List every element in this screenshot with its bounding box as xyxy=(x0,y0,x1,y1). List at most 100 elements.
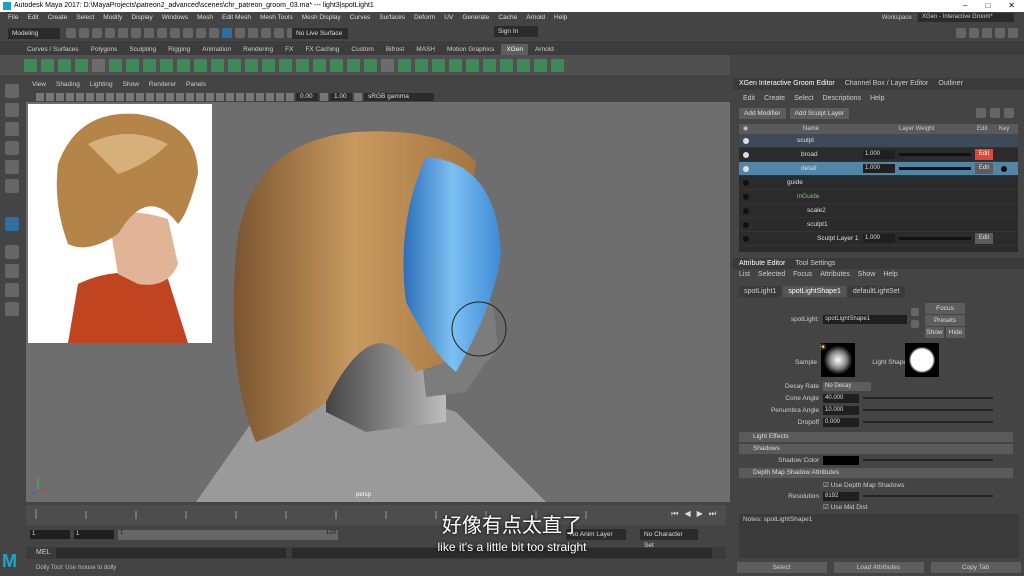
outliner-row-scale2[interactable]: scale2 xyxy=(739,204,1018,218)
field-chart-icon[interactable] xyxy=(116,92,124,101)
snap-live-icon[interactable] xyxy=(222,28,232,38)
ambient-occlusion-icon[interactable] xyxy=(206,92,214,101)
cut-brush-icon[interactable] xyxy=(143,58,156,72)
motion-blur-icon[interactable] xyxy=(216,92,224,101)
grid-icon[interactable] xyxy=(76,92,84,101)
shelf-tab-bifrost[interactable]: Bifrost xyxy=(381,44,409,55)
noise-mod-icon[interactable] xyxy=(466,58,479,72)
select-hierarchy-icon[interactable] xyxy=(131,28,141,38)
menu-deform[interactable]: Deform xyxy=(414,12,435,23)
menu-surfaces[interactable]: Surfaces xyxy=(379,12,405,23)
tab-channel-box[interactable]: Channel Box / Layer Editor xyxy=(845,78,929,90)
edit-button[interactable]: Edit xyxy=(975,233,993,244)
menu-edit-mesh[interactable]: Edit Mesh xyxy=(222,12,251,23)
shadow-color-swatch[interactable] xyxy=(823,456,859,465)
attr-menu-show[interactable]: Show xyxy=(858,270,876,280)
single-perspective-layout-icon[interactable] xyxy=(5,245,19,259)
go-to-input-icon[interactable] xyxy=(911,308,919,316)
visibility-dot-icon[interactable] xyxy=(743,152,749,158)
menu-file[interactable]: File xyxy=(8,12,18,23)
select-brush-icon[interactable] xyxy=(330,58,343,72)
tab-tool-settings[interactable]: Tool Settings xyxy=(795,258,835,269)
go-to-output-icon[interactable] xyxy=(911,320,919,328)
groom-icon[interactable] xyxy=(58,58,71,72)
notes-panel[interactable]: Notes: spotLightShape1 xyxy=(739,514,1019,558)
section-light-effects[interactable]: Light Effects xyxy=(739,432,1013,442)
menu-cache[interactable]: Cache xyxy=(498,12,517,23)
convert-icon[interactable] xyxy=(92,58,105,72)
noise-brush-icon[interactable] xyxy=(211,58,224,72)
xgen-menu-help[interactable]: Help xyxy=(870,94,884,104)
tab-attribute-editor[interactable]: Attribute Editor xyxy=(739,258,785,269)
depth-of-field-icon[interactable] xyxy=(236,92,244,101)
clump-mod-icon[interactable] xyxy=(432,58,445,72)
freeze-brush-icon[interactable] xyxy=(313,58,326,72)
history-icon[interactable] xyxy=(235,28,245,38)
delete-icon[interactable] xyxy=(1004,108,1014,118)
camera-icon[interactable] xyxy=(36,92,44,101)
select-tool-icon[interactable] xyxy=(5,84,19,98)
clump-brush-icon[interactable] xyxy=(228,58,241,72)
decay-rate-dropdown[interactable]: No Decay xyxy=(823,382,871,391)
redo-icon[interactable] xyxy=(118,28,128,38)
lock-icon[interactable] xyxy=(990,108,1000,118)
resolution-field[interactable]: 8192 xyxy=(823,492,859,501)
modeling-toolkit-icon[interactable] xyxy=(956,28,966,38)
layer-weight-field[interactable]: 1.000 xyxy=(863,150,895,159)
render-frame-icon[interactable] xyxy=(248,28,258,38)
menu-mesh[interactable]: Mesh xyxy=(197,12,213,23)
menu-edit[interactable]: Edit xyxy=(27,12,38,23)
exposure-field[interactable]: 0.00 xyxy=(296,92,318,101)
cone-angle-field[interactable]: 40.000 xyxy=(823,394,859,403)
visibility-dot-icon[interactable] xyxy=(743,180,749,186)
lasso-tool-icon[interactable] xyxy=(5,103,19,117)
length-brush-icon[interactable] xyxy=(262,58,275,72)
grab-brush-icon[interactable] xyxy=(177,58,190,72)
close-icon[interactable]: ✕ xyxy=(1008,0,1015,12)
add-sculpt-layer-button[interactable]: Add Sculpt Layer xyxy=(789,108,850,119)
xray-components-icon[interactable] xyxy=(276,92,284,101)
shelf-tab-rendering[interactable]: Rendering xyxy=(238,44,278,55)
lights-icon[interactable] xyxy=(186,92,194,101)
move-tool-icon[interactable] xyxy=(5,141,19,155)
use-depth-map-checkbox[interactable]: ☑ Use Depth Map Shadows xyxy=(823,481,904,489)
part-brush-icon[interactable] xyxy=(245,58,258,72)
sign-in-button[interactable]: Sign In xyxy=(494,26,538,37)
shelf-tab-fx[interactable]: FX xyxy=(280,44,298,55)
save-scene-icon[interactable] xyxy=(92,28,102,38)
shelf-tab-polygons[interactable]: Polygons xyxy=(86,44,123,55)
shadows-icon[interactable] xyxy=(196,92,204,101)
isolate-select-icon[interactable] xyxy=(246,92,254,101)
attribute-brush-icon[interactable] xyxy=(347,58,360,72)
cache-icon[interactable] xyxy=(534,58,547,72)
gate-mask-icon[interactable] xyxy=(106,92,114,101)
attr-menu-selected[interactable]: Selected xyxy=(758,270,785,280)
orient-brush-icon[interactable] xyxy=(415,58,428,72)
two-view-layout-icon[interactable] xyxy=(5,283,19,297)
outliner-row-inguide[interactable]: inGuide xyxy=(739,190,1018,204)
section-shadows[interactable]: Shadows xyxy=(739,444,1013,454)
vp-menu-show[interactable]: Show xyxy=(123,80,139,90)
select-button[interactable]: Select xyxy=(736,561,827,573)
export-icon[interactable] xyxy=(551,58,564,72)
outliner-row-detail[interactable]: detail 1.000 Edit xyxy=(739,162,1018,176)
scale-brush-icon[interactable] xyxy=(398,58,411,72)
safe-action-icon[interactable] xyxy=(126,92,134,101)
menu-generate[interactable]: Generate xyxy=(462,12,489,23)
shelf-tab-arnold[interactable]: Arnold xyxy=(530,44,559,55)
outliner-row-guide[interactable]: guide xyxy=(739,176,1018,190)
coil-mod-icon[interactable] xyxy=(449,58,462,72)
create-description-icon[interactable] xyxy=(41,58,54,72)
mode-dropdown[interactable]: Modeling xyxy=(8,28,60,39)
shadow-color-slider[interactable] xyxy=(863,459,993,461)
select-object-icon[interactable] xyxy=(144,28,154,38)
color-management-icon[interactable] xyxy=(354,92,362,101)
dropoff-slider[interactable] xyxy=(863,421,993,423)
cut-mod-icon[interactable] xyxy=(483,58,496,72)
safe-title-icon[interactable] xyxy=(136,92,144,101)
maximize-icon[interactable]: □ xyxy=(985,0,990,12)
vp-menu-shading[interactable]: Shading xyxy=(56,80,80,90)
presets-button[interactable]: Presets xyxy=(925,315,965,326)
section-depth-map-shadows[interactable]: Depth Map Shadow Attributes xyxy=(739,468,1013,478)
live-surface-field[interactable]: No Live Surface xyxy=(292,28,348,39)
